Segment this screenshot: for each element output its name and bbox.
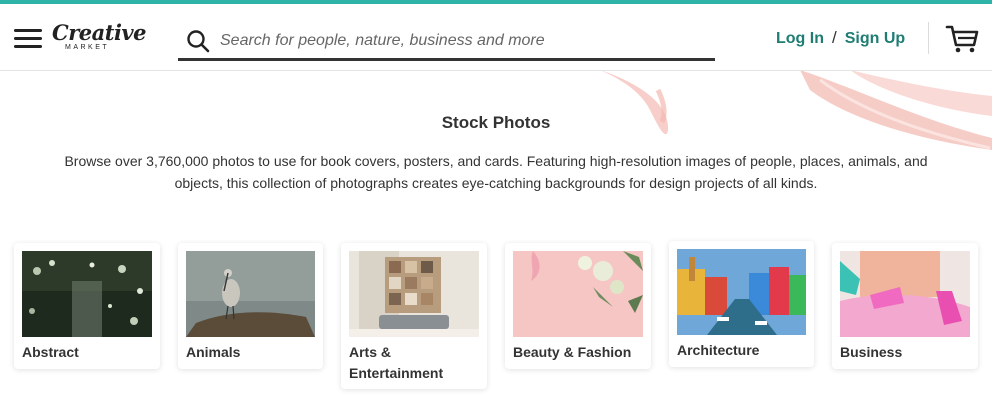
- category-label: Business: [840, 344, 903, 360]
- category-label: Animals: [186, 344, 241, 360]
- category-card-animals[interactable]: Animals: [178, 243, 323, 369]
- hamburger-menu-icon[interactable]: [14, 29, 42, 49]
- cart-icon[interactable]: [945, 24, 979, 54]
- category-card-arts-entertainment[interactable]: Arts & Entertainment: [341, 243, 487, 389]
- signup-link[interactable]: Sign Up: [845, 30, 905, 47]
- category-label: Abstract: [22, 344, 79, 360]
- category-label: Arts & Entertainment: [349, 344, 444, 381]
- abstract-thumbnail: [22, 251, 152, 337]
- page-description: Browse over 3,760,000 photos to use for …: [64, 153, 928, 191]
- category-label: Beauty & Fashion: [513, 344, 632, 360]
- architecture-thumbnail: [677, 249, 806, 335]
- arts-entertainment-thumbnail: [349, 251, 479, 337]
- search-input[interactable]: [220, 28, 700, 54]
- auth-separator: /: [831, 28, 837, 47]
- header-divider: [928, 22, 929, 54]
- category-card-abstract[interactable]: Abstract: [14, 243, 160, 369]
- category-card-beauty-fashion[interactable]: Beauty & Fashion: [505, 243, 651, 369]
- animals-thumbnail: [186, 251, 315, 337]
- page-title: Stock Photos: [441, 113, 551, 132]
- business-thumbnail: [840, 251, 970, 337]
- site-header: Creative MARKET Log In / Sign Up: [0, 4, 992, 71]
- login-link[interactable]: Log In: [776, 30, 824, 47]
- search-icon[interactable]: [186, 29, 210, 53]
- category-label: Architecture: [677, 342, 760, 358]
- creative-market-logo[interactable]: Creative MARKET: [52, 20, 147, 54]
- auth-links: Log In / Sign Up: [776, 28, 905, 50]
- search-bar: [178, 26, 715, 61]
- category-card-business[interactable]: Business: [832, 243, 978, 369]
- beauty-fashion-thumbnail: [513, 251, 643, 337]
- logo-subtitle: MARKET: [65, 44, 110, 51]
- logo-wordmark: Creative: [52, 20, 147, 45]
- category-card-architecture[interactable]: Architecture: [669, 241, 814, 367]
